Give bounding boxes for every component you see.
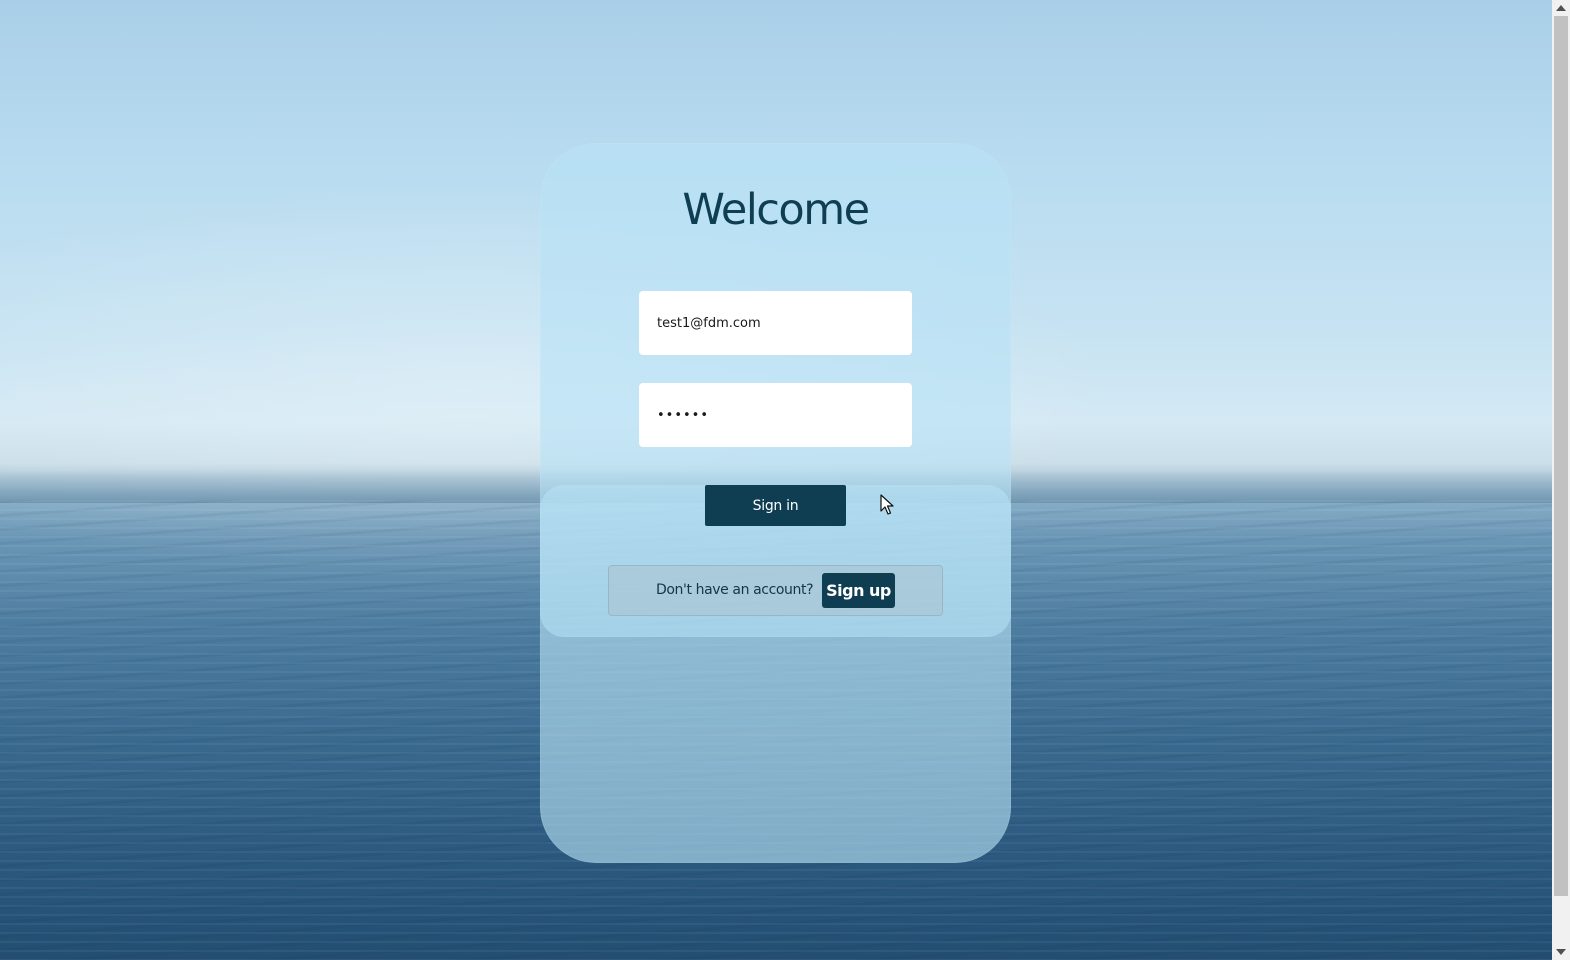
signup-prompt: Don't have an account? Sign up [608,565,943,616]
login-card: Welcome Sign in Don't have an account? S… [540,143,1011,863]
page: Welcome Sign in Don't have an account? S… [0,0,1570,960]
scrollbar-thumb[interactable] [1554,16,1568,896]
vertical-scrollbar[interactable] [1552,0,1570,960]
email-field[interactable] [639,291,912,355]
page-title: Welcome [682,185,870,235]
sign-in-button[interactable]: Sign in [705,485,846,526]
password-field[interactable] [639,383,912,447]
scroll-down-icon[interactable] [1556,949,1566,955]
no-account-text: Don't have an account? [656,582,814,598]
scroll-up-icon[interactable] [1556,5,1566,11]
sign-up-button[interactable]: Sign up [822,573,895,608]
mouse-pointer-icon [880,494,894,515]
